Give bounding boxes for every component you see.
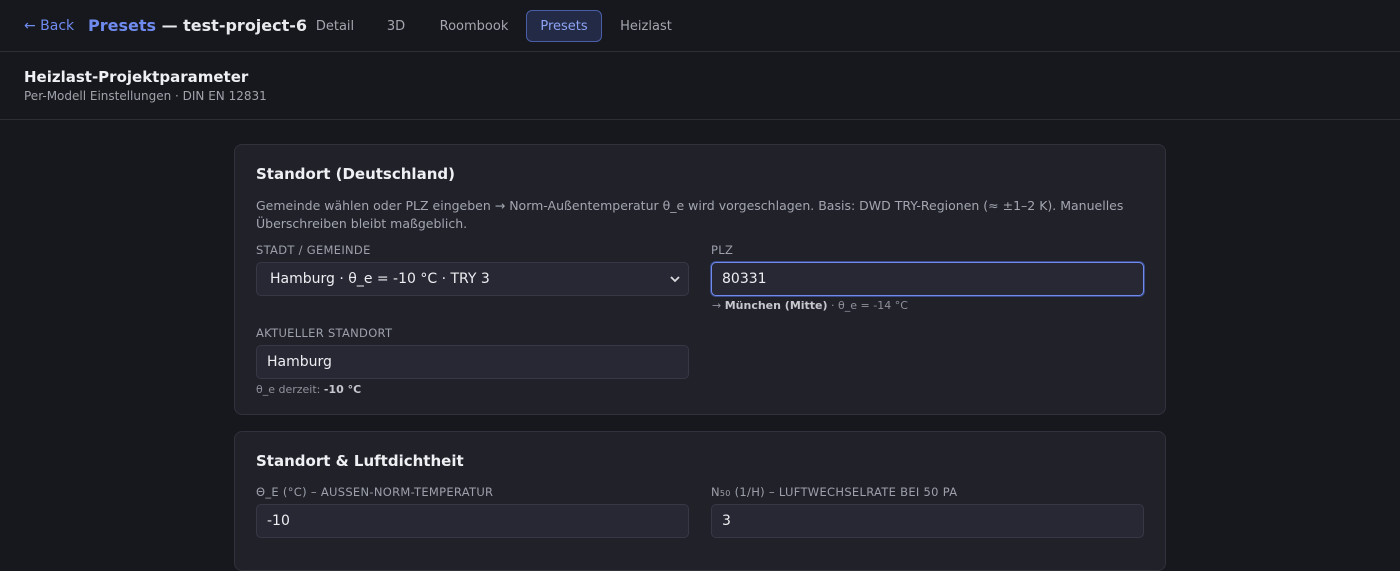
current-location-label: Aktueller Standort <box>256 326 393 340</box>
page-title: Presets — test-project-6 <box>88 16 307 35</box>
location-card: Standort (Deutschland) Gemeinde wählen o… <box>234 144 1166 415</box>
plz-input[interactable]: 80331 <box>711 262 1144 296</box>
tab-presets[interactable]: Presets <box>526 10 602 42</box>
chevron-down-icon <box>670 276 680 283</box>
back-link[interactable]: ← Back <box>24 18 74 34</box>
n50-value: 3 <box>722 513 731 529</box>
section-subtitle: Per-Modell Einstellungen · DIN EN 12831 <box>24 89 267 103</box>
outdoor-temp-input[interactable]: -10 <box>256 504 689 538</box>
n50-label-main: N <box>711 485 720 499</box>
plz-input-value: 80331 <box>722 271 767 287</box>
plz-label: PLZ <box>711 243 734 257</box>
page-title-project: — test-project-6 <box>156 16 308 35</box>
n50-label-rest: (1/H) – Luftwechselrate bei 50 Pa <box>730 485 958 499</box>
tab-heizlast[interactable]: Heizlast <box>612 10 680 42</box>
location-card-title: Standort (Deutschland) <box>256 165 455 183</box>
current-location-value: Hamburg <box>267 354 332 370</box>
airtightness-card-title: Standort & Luftdichtheit <box>256 452 464 470</box>
tab-detail[interactable]: Detail <box>306 10 364 42</box>
tab-3d[interactable]: 3D <box>376 10 416 42</box>
city-label: Stadt / Gemeinde <box>256 243 371 257</box>
current-temp-hint: θ_e derzeit: -10 °C <box>256 383 361 396</box>
location-description: Gemeinde wählen oder PLZ eingeben → Norm… <box>256 198 1124 231</box>
plz-hint-city: München (Mitte) <box>724 299 828 312</box>
plz-hint: → München (Mitte) · θ_e = -14 °C <box>712 299 908 312</box>
current-temp-hint-value: -10 °C <box>323 383 362 396</box>
n50-input[interactable]: 3 <box>711 504 1144 538</box>
plz-hint-prefix: → <box>712 299 725 312</box>
plz-hint-temp: · θ_e = -14 °C <box>827 299 908 312</box>
tab-roombook[interactable]: Roombook <box>430 10 518 42</box>
current-location-field[interactable]: Hamburg <box>256 345 689 379</box>
n50-label: N50 (1/H) – Luftwechselrate bei 50 Pa <box>711 485 957 499</box>
top-bar: ← Back Presets — test-project-6 Detail 3… <box>0 0 1400 52</box>
outdoor-temp-value: -10 <box>267 513 290 529</box>
section-title: Heizlast-Projektparameter <box>24 68 249 86</box>
current-temp-hint-prefix: θ_e derzeit: <box>256 383 324 396</box>
temp-label: θ_e (°C) – Aussen-Norm-Temperatur <box>256 485 494 499</box>
city-select[interactable]: Hamburg · θ_e = -10 °C · TRY 3 <box>256 262 689 296</box>
airtightness-card: Standort & Luftdichtheit θ_e (°C) – Auss… <box>234 431 1166 571</box>
page-title-accent: Presets <box>88 16 157 35</box>
section-header: Heizlast-Projektparameter Per-Modell Ein… <box>0 52 1400 120</box>
city-select-value: Hamburg · θ_e = -10 °C · TRY 3 <box>270 271 490 287</box>
n50-label-sub: 50 <box>719 489 731 498</box>
